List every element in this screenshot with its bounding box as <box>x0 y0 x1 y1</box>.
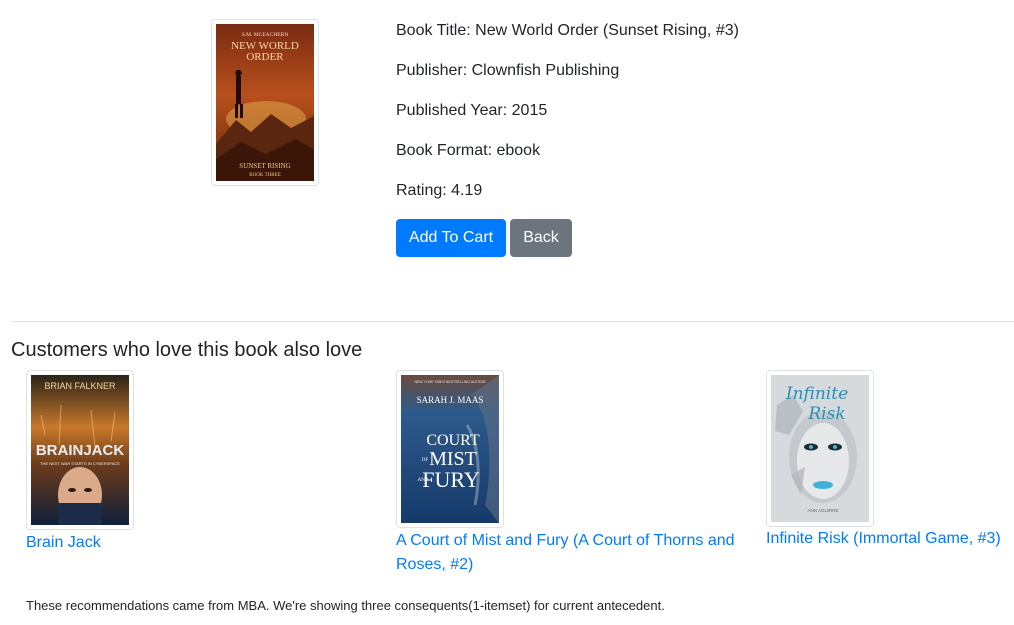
brainjack-cover-image: BRIAN FALKNER BRAINJACK THE NEXT WAR STA… <box>31 375 129 525</box>
cover-series-line1: SUNSET RISING <box>239 162 290 170</box>
add-to-cart-button[interactable]: Add To Cart <box>396 219 506 257</box>
recommendation-link-infinite-risk[interactable]: Infinite Risk (Immortal Game, #3) <box>766 527 1011 551</box>
cover-title-line2: Risk <box>807 404 845 424</box>
cover-title-line1: Infinite <box>785 384 848 404</box>
cover-title: BRAINJACK <box>36 442 125 459</box>
book-format: Book Format: ebook <box>396 142 541 159</box>
book-rating: Rating: 4.19 <box>396 182 483 199</box>
back-button[interactable]: Back <box>510 219 572 257</box>
book-cover-thumbnail: S.M. MCEACHERN NEW WORLD ORDER SUNSET RI… <box>211 19 319 186</box>
recommendations-footnote: These recommendations came from MBA. We'… <box>26 598 665 613</box>
cover-title-line2: ORDER <box>246 51 284 63</box>
book-published-year: Published Year: 2015 <box>396 102 548 119</box>
cover-of: OF <box>422 458 429 463</box>
book-cover-image: S.M. MCEACHERN NEW WORLD ORDER SUNSET RI… <box>216 24 314 181</box>
recommendation-link-court-of-mist-and-fury[interactable]: A Court of Mist and Fury (A Court of Tho… <box>396 529 746 577</box>
recommendation-cover-thumbnail[interactable]: NEW YORK TIMES BESTSELLING AUTHOR SARAH … <box>396 370 504 528</box>
cover-author: ANN AGUIRRE <box>807 508 838 513</box>
court-of-mist-and-fury-cover-image: NEW YORK TIMES BESTSELLING AUTHOR SARAH … <box>401 375 499 523</box>
cover-court: COURT <box>426 432 479 449</box>
cover-tagline: THE NEXT WAR STARTS IN CYBERSPACE <box>40 461 120 466</box>
cover-tag: NEW YORK TIMES BESTSELLING AUTHOR <box>414 380 486 384</box>
recommendation-link-brain-jack[interactable]: Brain Jack <box>26 531 366 555</box>
infinite-risk-cover-image: Infinite Risk ANN AGUIRRE <box>771 375 869 522</box>
cover-fury: FURY <box>422 467 480 492</box>
cover-author: SARAH J. MAAS <box>417 395 484 405</box>
recommendation-cover-thumbnail[interactable]: Infinite Risk ANN AGUIRRE <box>766 370 874 527</box>
cover-author: S.M. MCEACHERN <box>242 32 289 38</box>
recommendation-cover-thumbnail[interactable]: BRIAN FALKNER BRAINJACK THE NEXT WAR STA… <box>26 370 134 530</box>
section-divider <box>11 321 1014 322</box>
book-title: Book Title: New World Order (Sunset Risi… <box>396 22 739 39</box>
cover-author: BRIAN FALKNER <box>44 381 116 391</box>
cover-series-line2: BOOK THREE <box>249 173 280 178</box>
recommendations-heading: Customers who love this book also love <box>11 339 363 361</box>
book-publisher: Publisher: Clownfish Publishing <box>396 62 620 79</box>
